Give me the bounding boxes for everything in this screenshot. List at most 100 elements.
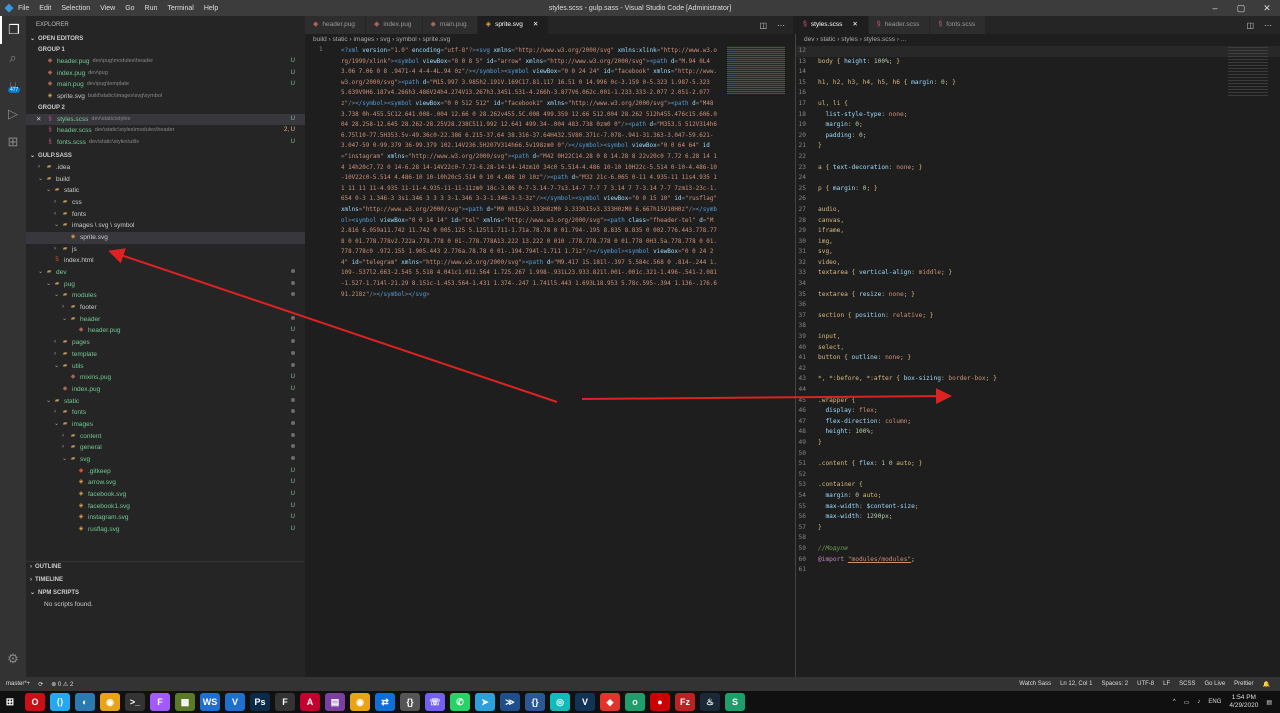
- telegram-icon[interactable]: ➤: [475, 693, 495, 711]
- chrome-icon[interactable]: ◉: [100, 693, 120, 711]
- windows-start-icon[interactable]: ⊞: [0, 693, 20, 711]
- open-editor-item[interactable]: § fonts.scss dev\static\styles\utils U: [26, 137, 305, 149]
- app2-icon[interactable]: o: [625, 693, 645, 711]
- open-editor-item[interactable]: ◆ index.pug dev\pug U: [26, 68, 305, 80]
- vscode-icon[interactable]: ⟨⟩: [50, 693, 70, 711]
- split-editor-icon[interactable]: ◫: [1246, 21, 1254, 30]
- braces-icon[interactable]: {}: [525, 693, 545, 711]
- webstorm-icon[interactable]: WS: [200, 693, 220, 711]
- language-mode[interactable]: SCSS: [1179, 681, 1195, 688]
- tree-item[interactable]: › ▰ css: [26, 197, 305, 209]
- vs-icon[interactable]: V: [225, 693, 245, 711]
- git-branch[interactable]: master*+: [6, 681, 30, 688]
- archive-icon[interactable]: ▤: [325, 693, 345, 711]
- editor1[interactable]: build › static › images › svg › symbol ›…: [305, 34, 793, 677]
- menu-edit[interactable]: Edit: [39, 5, 51, 12]
- tree-item[interactable]: › ▰ content: [26, 431, 305, 443]
- open-editor-item[interactable]: § header.scss dev\static\styles\modules\he…: [26, 125, 305, 137]
- close-editor-icon[interactable]: ✕: [36, 114, 41, 126]
- search-icon[interactable]: ⌕: [0, 44, 26, 72]
- editor2[interactable]: dev › static › styles › styles.scss › ..…: [795, 34, 1280, 677]
- scss-code[interactable]: 12 13 body { height: 100%; } 14 15 h1, h2, h3…: [796, 46, 1280, 576]
- language-indicator[interactable]: ENG: [1208, 699, 1221, 705]
- menu-terminal[interactable]: Terminal: [167, 5, 193, 12]
- tree-item[interactable]: ◆ header.pug U: [26, 325, 305, 337]
- indentation[interactable]: Spaces: 2: [1101, 681, 1128, 688]
- tree-item[interactable]: › ▰ template: [26, 349, 305, 361]
- tab-index-pug[interactable]: ◆ index.pug: [365, 16, 423, 34]
- open-editor-item[interactable]: ✕ § styles.scss dev\static\styles U: [26, 113, 305, 126]
- clock[interactable]: 1:54 PM 4/29/2020: [1229, 694, 1258, 710]
- anydesk-icon[interactable]: ◆: [600, 693, 620, 711]
- tab-styles-scss[interactable]: § styles.scss ✕: [795, 16, 869, 34]
- encoding[interactable]: UTF-8: [1137, 681, 1154, 688]
- project-header[interactable]: ⌄ GULP.SASS: [26, 151, 305, 162]
- prettier-status[interactable]: Prettier: [1234, 681, 1253, 688]
- maximize-button[interactable]: ▢: [1228, 0, 1254, 16]
- tree-item[interactable]: › ▰ fonts: [26, 209, 305, 221]
- npm-scripts-header[interactable]: ⌄ NPM SCRIPTS: [26, 588, 305, 599]
- tree-item[interactable]: › ▰ .idea: [26, 162, 305, 174]
- tree-item[interactable]: ⌄ ▰ utils: [26, 361, 305, 373]
- tree-item[interactable]: ◆ .gitkeep U: [26, 466, 305, 478]
- tree-item[interactable]: ⌄ ▰ pug: [26, 279, 305, 291]
- tree-item[interactable]: ⌄ ▰ build: [26, 174, 305, 186]
- tree-item[interactable]: ⌄ ▰ static: [26, 396, 305, 408]
- watch-sass-button[interactable]: Watch Sass: [1019, 681, 1051, 688]
- tree-item[interactable]: 5 index.html: [26, 255, 305, 267]
- open-editors-header[interactable]: ⌄ OPEN EDITORS: [26, 34, 305, 45]
- explorer-icon[interactable]: ❐: [0, 16, 26, 44]
- open-editor-item[interactable]: ◆ main.pug dev\pug\template U: [26, 79, 305, 91]
- close-tab-icon[interactable]: ✕: [533, 16, 538, 34]
- tree-item[interactable]: ⌄ ▰ header: [26, 314, 305, 326]
- source-control-icon[interactable]: ⑂ 477: [0, 72, 26, 100]
- network-icon[interactable]: ▭: [1184, 699, 1190, 706]
- filezilla-icon[interactable]: Fz: [675, 693, 695, 711]
- chrome2-icon[interactable]: ◉: [350, 693, 370, 711]
- tree-item[interactable]: ◈ sprite.svg: [26, 231, 305, 244]
- tree-item[interactable]: ⌄ ▰ modules: [26, 290, 305, 302]
- sync-icon[interactable]: ◎: [550, 693, 570, 711]
- app-icon[interactable]: ▩: [175, 693, 195, 711]
- sync-icon[interactable]: ⟳: [38, 681, 43, 688]
- settings-gear-icon[interactable]: ⚙: [0, 645, 26, 673]
- problems-indicator[interactable]: ⊗ 0 ⚠ 2: [51, 681, 73, 688]
- code-icon[interactable]: {}: [400, 693, 420, 711]
- tab-sprite-svg[interactable]: ◈ sprite.svg ✕: [477, 16, 550, 34]
- editor2-breadcrumb[interactable]: dev › static › styles › styles.scss › ..…: [796, 34, 1280, 46]
- menu-help[interactable]: Help: [204, 5, 218, 12]
- terminal-icon[interactable]: >_: [125, 693, 145, 711]
- whatsapp-icon[interactable]: ✆: [450, 693, 470, 711]
- teamviewer-icon[interactable]: ⇄: [375, 693, 395, 711]
- volume-icon[interactable]: ♪: [1197, 699, 1200, 705]
- tree-item[interactable]: ⌄ ▰ images \ svg \ symbol: [26, 220, 305, 232]
- menu-view[interactable]: View: [100, 5, 115, 12]
- open-editor-item[interactable]: ◆ header.pug dev\pug\modules\header U: [26, 56, 305, 68]
- go-live-button[interactable]: Go Live: [1204, 681, 1225, 688]
- angular-icon[interactable]: A: [300, 693, 320, 711]
- notifications-icon[interactable]: 🔔: [1263, 681, 1270, 688]
- editor1-breadcrumb[interactable]: build › static › images › svg › symbol ›…: [305, 34, 793, 46]
- photoshop-icon[interactable]: Ps: [250, 693, 270, 711]
- figma-icon[interactable]: F: [150, 693, 170, 711]
- opera-icon[interactable]: O: [25, 693, 45, 711]
- timeline-header[interactable]: › TIMELINE: [26, 575, 305, 586]
- outline-header[interactable]: › OUTLINE: [26, 562, 305, 573]
- tree-item[interactable]: ◈ facebook.svg U: [26, 489, 305, 501]
- tab-header-scss[interactable]: § header.scss: [868, 16, 931, 34]
- extensions-icon[interactable]: ⊞: [0, 128, 26, 156]
- tab-header-pug[interactable]: ◆ header.pug: [305, 16, 366, 34]
- vim-icon[interactable]: V: [575, 693, 595, 711]
- browser-icon[interactable]: ◐: [75, 693, 95, 711]
- tree-item[interactable]: ◈ instagram.svg U: [26, 512, 305, 524]
- tree-item[interactable]: ◈ rusflag.svg U: [26, 524, 305, 536]
- more-actions-icon[interactable]: ⋯: [1264, 21, 1272, 30]
- tree-item[interactable]: ◈ facebook1.svg U: [26, 501, 305, 513]
- svg-code[interactable]: <?xml version="1.0" encoding="utf-8"?><s…: [341, 46, 717, 300]
- notification-center-icon[interactable]: ▤: [1266, 699, 1272, 706]
- close-tab-icon[interactable]: ✕: [852, 16, 857, 34]
- menu-selection[interactable]: Selection: [61, 5, 90, 12]
- menu-run[interactable]: Run: [145, 5, 158, 12]
- close-button[interactable]: ✕: [1254, 0, 1280, 16]
- tree-item[interactable]: ⌄ ▰ dev: [26, 267, 305, 279]
